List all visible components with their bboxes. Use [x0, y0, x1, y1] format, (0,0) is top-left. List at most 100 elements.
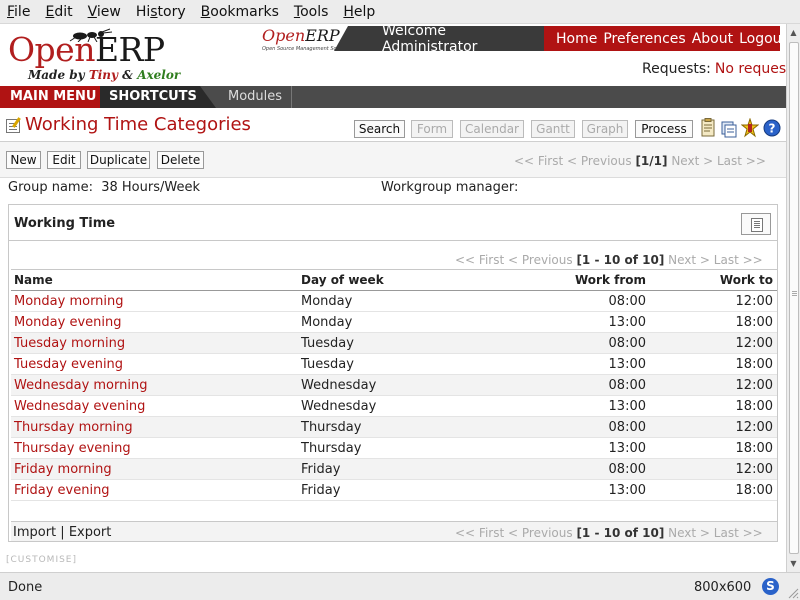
working-time-header: Working Time: [9, 205, 777, 241]
wt-pager-range: [1 - 10 of 10]: [576, 253, 665, 267]
gantt-view-button[interactable]: Gantt: [531, 120, 575, 138]
openerp-logo[interactable]: OpenERP Made by Tiny & Axelor: [8, 28, 198, 84]
column-day-of-week[interactable]: Day of week: [301, 273, 384, 287]
workgroup-manager-field: Workgroup manager:: [381, 180, 518, 195]
form-view-button[interactable]: Form: [411, 120, 453, 138]
table-row[interactable]: Wednesday morning Wednesday 08:00 12:00: [11, 375, 777, 396]
menu-history[interactable]: History: [129, 4, 194, 20]
pager-next[interactable]: Next >: [671, 154, 713, 168]
row-name-link[interactable]: Friday morning: [14, 462, 112, 477]
scroll-down-icon[interactable]: ▼: [787, 557, 800, 570]
duplicate-button[interactable]: Duplicate: [87, 151, 150, 169]
pager-first[interactable]: << First: [514, 154, 563, 168]
export-link[interactable]: Export: [69, 525, 112, 540]
table-row[interactable]: Thursday evening Thursday 13:00 18:00: [11, 438, 777, 459]
menu-bookmarks[interactable]: Bookmarks: [194, 4, 287, 20]
edit-button[interactable]: Edit: [47, 151, 81, 169]
menu-help[interactable]: Help: [336, 4, 383, 20]
table-row[interactable]: Tuesday morning Tuesday 08:00 12:00: [11, 333, 777, 354]
table-row[interactable]: Monday evening Monday 13:00 18:00: [11, 312, 777, 333]
requests-link[interactable]: No request: [715, 61, 786, 77]
wt-pager-next[interactable]: Next >: [668, 253, 710, 267]
wt-pager-first[interactable]: << First: [455, 253, 504, 267]
working-time-title: Working Time: [14, 216, 116, 231]
about-link[interactable]: About: [692, 31, 733, 47]
scroll-up-icon[interactable]: ▲: [787, 26, 800, 39]
requests-label: Requests:: [642, 61, 711, 77]
row-work-from: 13:00: [608, 441, 646, 456]
row-work-to: 18:00: [735, 357, 773, 372]
action-icon[interactable]: [741, 118, 759, 138]
row-name-link[interactable]: Monday morning: [14, 294, 124, 309]
form-edit-icon: [6, 119, 20, 133]
header: OpenERP Made by Tiny & Axelor OpenERP Op…: [0, 24, 786, 86]
working-time-section: Working Time << First < Previous [1 - 10…: [8, 204, 778, 542]
table-row[interactable]: Friday evening Friday 13:00 18:00: [11, 480, 777, 501]
table-row[interactable]: Tuesday evening Tuesday 13:00 18:00: [11, 354, 777, 375]
row-day: Wednesday: [301, 378, 377, 393]
title-row: Working Time Categories Search Form Cale…: [0, 108, 786, 142]
wt-pager-previous[interactable]: < Previous: [508, 253, 573, 267]
modules-shortcut[interactable]: Modules: [218, 86, 292, 108]
row-name-link[interactable]: Tuesday morning: [14, 336, 125, 351]
wt-footer-last[interactable]: Last >>: [714, 526, 763, 540]
table-row[interactable]: Wednesday evening Wednesday 13:00 18:00: [11, 396, 777, 417]
wt-footer-previous[interactable]: < Previous: [508, 526, 573, 540]
wt-footer-next[interactable]: Next >: [668, 526, 710, 540]
record-toolbar: New Edit Duplicate Delete << First < Pre…: [0, 142, 786, 178]
row-day: Wednesday: [301, 399, 377, 414]
header-links: Home Preferences About Logout: [544, 26, 786, 51]
search-view-button[interactable]: Search: [354, 120, 405, 138]
row-name-link[interactable]: Friday evening: [14, 483, 110, 498]
row-name-link[interactable]: Wednesday evening: [14, 399, 145, 414]
logout-link[interactable]: Logout: [739, 31, 786, 47]
help-icon[interactable]: ?: [763, 118, 781, 138]
row-day: Monday: [301, 315, 353, 330]
menu-tools[interactable]: Tools: [287, 4, 337, 20]
wt-footer-first[interactable]: << First: [455, 526, 504, 540]
vertical-scrollbar[interactable]: ▲ ▼: [786, 24, 800, 572]
delete-button[interactable]: Delete: [157, 151, 204, 169]
welcome-text: Welcome Administrator: [382, 24, 478, 55]
wt-pager-last[interactable]: Last >>: [714, 253, 763, 267]
main-menu-tab[interactable]: MAIN MENU: [0, 86, 100, 108]
column-work-from[interactable]: Work from: [551, 273, 646, 287]
row-name-link[interactable]: Tuesday evening: [14, 357, 123, 372]
customise-link[interactable]: [CUSTOMISE]: [6, 555, 77, 565]
calendar-view-button[interactable]: Calendar: [460, 120, 524, 138]
table-row[interactable]: Thursday morning Thursday 08:00 12:00: [11, 417, 777, 438]
menu-view[interactable]: View: [81, 4, 129, 20]
row-work-to: 18:00: [735, 399, 773, 414]
row-day: Tuesday: [301, 357, 354, 372]
row-name-link[interactable]: Thursday morning: [14, 420, 133, 435]
row-name-link[interactable]: Monday evening: [14, 315, 122, 330]
status-s-icon[interactable]: S: [762, 578, 779, 595]
column-work-to[interactable]: Work to: [671, 273, 773, 287]
welcome-message: Welcome Administrator: [334, 24, 544, 55]
process-view-button[interactable]: Process: [635, 120, 693, 138]
menu-file[interactable]: File: [0, 4, 38, 20]
row-name-link[interactable]: Thursday evening: [14, 441, 131, 456]
pager-previous[interactable]: < Previous: [567, 154, 632, 168]
browser-menubar: File Edit View History Bookmarks Tools H…: [0, 0, 800, 24]
home-link[interactable]: Home: [556, 31, 597, 47]
resize-grip-icon[interactable]: [786, 586, 799, 599]
attachments-icon[interactable]: [720, 118, 738, 138]
logo-tag-amp: &: [118, 68, 138, 82]
graph-view-button[interactable]: Graph: [582, 120, 628, 138]
import-link[interactable]: Import: [13, 525, 56, 540]
working-time-footer: Import | Export << First < Previous [1 -…: [11, 521, 777, 541]
column-name[interactable]: Name: [14, 273, 53, 287]
table-row[interactable]: Friday morning Friday 08:00 12:00: [11, 459, 777, 480]
preferences-link[interactable]: Preferences: [603, 31, 685, 47]
row-name-link[interactable]: Wednesday morning: [14, 378, 147, 393]
pager-last[interactable]: Last >>: [717, 154, 766, 168]
scroll-thumb[interactable]: [789, 42, 799, 554]
report-icon[interactable]: [699, 118, 717, 138]
shortcuts-tab[interactable]: SHORTCUTS: [100, 86, 216, 108]
row-work-from: 13:00: [608, 399, 646, 414]
table-row[interactable]: Monday morning Monday 08:00 12:00: [11, 291, 777, 312]
switch-view-icon[interactable]: [741, 213, 771, 235]
new-button[interactable]: New: [6, 151, 41, 169]
menu-edit[interactable]: Edit: [38, 4, 80, 20]
